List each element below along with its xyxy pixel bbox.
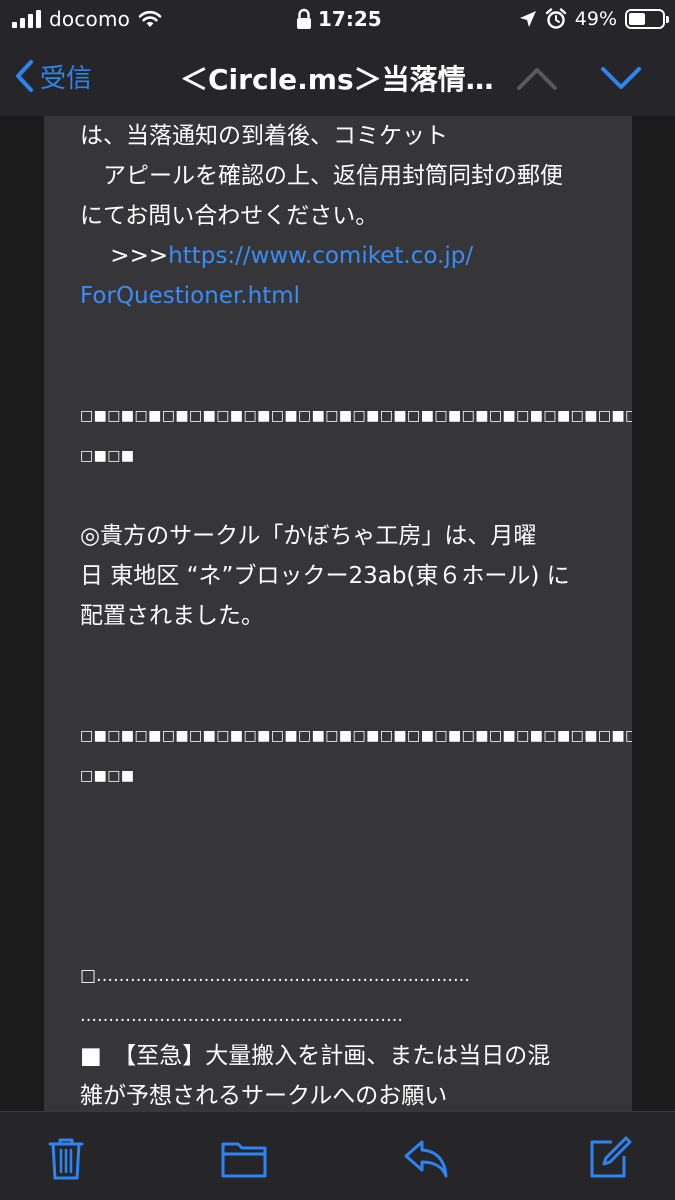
trash-icon [48,1138,84,1180]
body-line: 日 東地区 “ネ”ブロックー23ab(東６ホール) に [80,563,570,589]
body-line: ◎貴方のサークル「かぼちゃ工房」は、月曜 [80,523,537,549]
body-line: は、当落通知の到着後、コミケット [80,123,448,149]
body-line [80,876,610,916]
body-line [80,476,610,516]
mail-screen: docomo 17:25 49% 受信 ＜Circle.ms＞当落情… は、当落… [0,0,675,1200]
compose-icon [590,1136,632,1178]
back-button[interactable]: 受信 [14,56,92,96]
status-left: docomo [12,6,162,32]
compose-button[interactable] [586,1134,634,1182]
location-arrow-icon [519,11,536,27]
body-line: にてお問い合わせください。 [80,203,379,229]
battery-percentage: 49% [574,8,617,30]
divider-line: □■□■ [80,448,135,464]
body-line: ■ 【至急】大量搬入を計画、または当日の混 [80,1043,551,1069]
clock-time: 17:25 [318,7,382,31]
body-line [80,676,610,716]
reply-button[interactable] [402,1134,450,1182]
status-center: 17:25 [296,6,382,32]
message-body-text: は、当落通知の到着後、コミケット アピールを確認の上、返信用封筒同封の郵便 にて… [80,116,632,1111]
body-line [80,836,610,876]
chevron-left-icon [16,60,33,92]
status-bar: docomo 17:25 49% [0,0,675,38]
reply-icon [404,1140,448,1178]
bottom-toolbar [0,1111,675,1200]
chevron-down-icon [601,67,641,89]
back-label: 受信 [40,63,93,94]
previous-message-button[interactable] [514,60,560,96]
navigation-bar: 受信 ＜Circle.ms＞当落情… [0,38,675,116]
message-subject-title: ＜Circle.ms＞当落情… [180,63,494,96]
trash-button[interactable] [42,1134,90,1182]
faq-link[interactable]: https://www.comiket.co.jp/ [168,243,473,269]
carrier-name: docomo [49,7,131,31]
body-line [80,356,610,396]
body-line: 雑が予想されるサークルへのお願い [80,1083,448,1109]
divider-line: □■□■ [80,768,135,784]
folder-icon [221,1142,267,1178]
body-line: アピールを確認の上、返信用封筒同封の郵便 [80,163,563,189]
message-body-card[interactable]: は、当落通知の到着後、コミケット アピールを確認の上、返信用封筒同封の郵便 にて… [44,116,632,1111]
divider-line: □■□■□■□■□■□■□■□■□■□■□■□■□■□■□■□■□■□■□■□■… [80,408,632,424]
body-line [80,316,610,356]
status-right: 49% [519,6,669,32]
top-area: docomo 17:25 49% 受信 ＜Circle.ms＞当落情… [0,0,675,116]
body-line [80,636,610,676]
lock-icon [297,8,311,29]
divider-line: □■□■□■□■□■□■□■□■□■□■□■□■□■□■□■□■□■□■□■□■… [80,728,632,744]
link-prefix: >>> [80,243,169,269]
body-line [80,796,610,836]
body-line [80,916,610,956]
battery-icon [625,9,669,29]
cellular-signal-icon [12,10,41,28]
next-message-button[interactable] [598,60,644,96]
chevron-up-icon [517,68,557,90]
body-link-line: >>>https://www.comiket.co.jp/ [80,236,610,276]
faq-link-continued[interactable]: ForQuestioner.html [80,283,300,309]
body-line: 配置されました。 [80,603,264,629]
wifi-icon [138,10,162,27]
battery-fill [629,13,645,25]
body-link-line: ForQuestioner.html [80,276,610,316]
move-to-folder-button[interactable] [220,1134,268,1182]
dotted-divider-line: ………………………………………………… [80,1006,403,1026]
dotted-divider-line: □………………………………………………………… [80,966,471,986]
alarm-clock-icon [545,8,566,29]
